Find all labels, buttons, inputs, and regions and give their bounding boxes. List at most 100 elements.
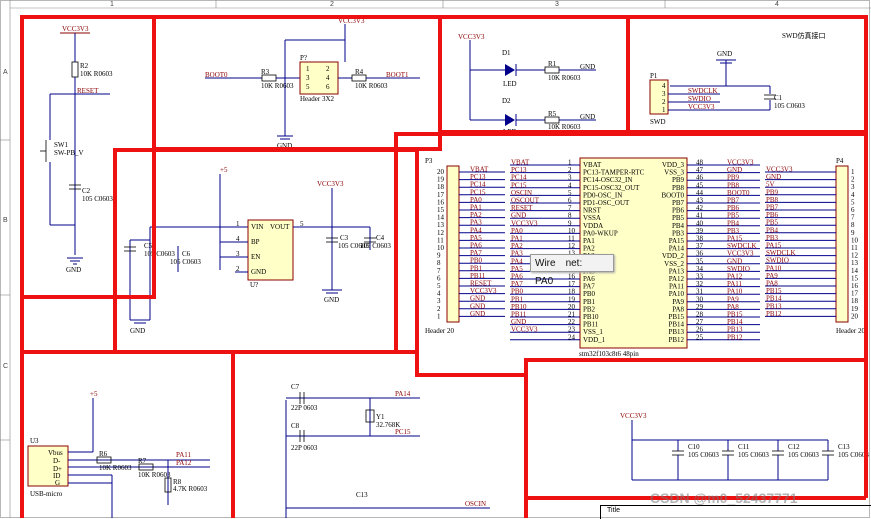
usb-circuit[interactable]: U3 Vbus D- D+ ID G USB-micro +5 R6 10K R…: [27, 390, 210, 518]
swd-c1-value: 105 C0603: [774, 102, 805, 110]
usb-r8-value: 4.7K R0603: [173, 485, 208, 493]
wire-net-tooltip: Wire net: PA0: [530, 254, 614, 287]
ldo-vin-label: +5: [220, 166, 228, 174]
box-boot: [152, 15, 442, 151]
decoup-cap-value: 105 C0603: [688, 451, 719, 459]
boot-pin-1: 1: [306, 65, 310, 73]
ldo-circuit[interactable]: +5 VIN BP EN GND VOUT 1 4 3 2 5 U? VCC3V…: [124, 166, 391, 335]
decoup-cap-value: 105 C0603: [738, 451, 769, 459]
reset-circuit[interactable]: VCC3V3 R2 10K R0603 RESET SW1 SW-PB_V C2…: [40, 25, 113, 274]
decoup-cap-designator: C11: [738, 443, 750, 451]
usb-label: USB-micro: [30, 490, 63, 498]
mcu-right-net-label: PB12: [727, 333, 743, 341]
decoup-cap-designator: C10: [688, 443, 700, 451]
swd-p1-designator: P1: [650, 72, 658, 80]
usb-pa11-net: PA11: [176, 451, 192, 459]
led-d1-designator: D1: [502, 49, 511, 57]
osc-pa14-net: PA14: [395, 390, 411, 398]
led-d1-symbol[interactable]: [505, 64, 515, 76]
usb-r7-designator: R7: [138, 457, 147, 465]
header-p4[interactable]: P4 Header 20 VCC3V3 1GND 25V 3PB9 4PB8 5PB7 6P…: [765, 157, 865, 335]
ldo-pin-vout: VOUT: [270, 223, 290, 231]
ldo-c5-value: 105 C0603: [144, 250, 175, 258]
usb-pin-g: G: [55, 479, 60, 487]
mcu-right-pin-name: PB12: [668, 336, 684, 344]
led-d2-designator: D2: [502, 97, 511, 105]
p4-designator: P4: [836, 157, 844, 165]
ldo-c6-designator: C6: [182, 250, 191, 258]
ldo-c4-value: 105 C0603: [360, 242, 391, 250]
reset-r2-designator: R2: [80, 62, 89, 70]
ldo-c3-designator: C3: [340, 234, 349, 242]
reset-gnd-label: GND: [66, 266, 81, 274]
swd-pin-2: 2: [662, 98, 666, 106]
reset-sw-designator: SW1: [54, 141, 69, 149]
led-gnd1-label: GND: [580, 63, 595, 71]
osc-oscin-net: OSCIN: [465, 500, 486, 508]
title-block-label: Title: [607, 507, 620, 514]
decoupling-circuit[interactable]: VCC3V3 C10105 C0603C11105 C0603C12105 C0…: [620, 412, 869, 481]
ldo-vcc-label: VCC3V3: [317, 180, 344, 188]
boot-pin-3: 3: [306, 74, 310, 82]
boot-pin-6: 6: [326, 83, 330, 91]
decoup-cap-value: 105 C0603: [788, 451, 819, 459]
swd-section-title: SWD仿真接口: [782, 31, 826, 40]
boot-header-value: Header 3X2: [300, 95, 335, 103]
swd-circuit[interactable]: SWD仿真接口 GND P1 4 3 2 1 SWD SWDCLK SWDIO …: [649, 31, 826, 126]
box-swd: [626, 15, 868, 134]
led-vcc-label: VCC3V3: [458, 33, 485, 41]
usb-designator: U3: [30, 437, 39, 445]
boot-r4-value: 10K R0603: [355, 82, 388, 90]
decoup-vcc-label: VCC3V3: [620, 412, 647, 420]
osc-pc15-net: PC15: [395, 428, 411, 436]
swd-pin-1: 1: [662, 106, 666, 114]
boot-pin-5: 5: [306, 83, 310, 91]
decoup-cap-designator: C12: [788, 443, 800, 451]
schematic-canvas[interactable]: 1 2 3 4 A B C VCC3V3 R2 10K R0603 RESET …: [0, 0, 871, 518]
led-circuit[interactable]: VCC3V3 D1 LED R1 10K R0603 GND D2 LED R5…: [458, 33, 596, 136]
boot-pin-2: 2: [326, 65, 330, 73]
led-gnd2-label: GND: [580, 113, 595, 121]
usb-r6-value: 10K R0603: [99, 464, 132, 472]
swd-c1-designator: C1: [774, 94, 783, 102]
reset-net-label: RESET: [77, 87, 99, 95]
ldo-num-1: 1: [236, 220, 240, 228]
grid-row-b: B: [3, 217, 8, 224]
led-r5-designator: R5: [548, 110, 557, 118]
p4-net-label: PB12: [766, 310, 782, 318]
grid-col-2: 2: [330, 1, 334, 8]
led-r1-designator: R1: [548, 60, 557, 68]
title-block: Title: [600, 505, 871, 519]
p4-pin-number: 20: [851, 312, 859, 320]
osc-c8-designator: C8: [291, 422, 300, 430]
reset-r2-value: 10K R0603: [80, 70, 113, 78]
swd-gnd-label: GND: [717, 50, 732, 58]
osc-c13-designator: C13: [356, 491, 368, 499]
ldo-designator: U?: [250, 281, 258, 289]
ldo-pin-en: EN: [251, 253, 260, 261]
boot-r3-value: 10K R0603: [261, 82, 294, 90]
header-p3[interactable]: P3 Header 20 20 VBAT19 PC1318 PC1417 PC1516 P…: [425, 157, 505, 335]
p3-designator: P3: [425, 157, 433, 165]
tooltip-kind: Wire: [535, 258, 556, 269]
ldo-gnd2-label: GND: [130, 327, 145, 335]
swd-net-vcc: VCC3V3: [688, 103, 715, 111]
ldo-c5-designator: C5: [144, 242, 153, 250]
led-d1-label: LED: [503, 80, 517, 88]
p3-pin-number: 1: [437, 312, 441, 320]
usb-pa12-net: PA12: [176, 459, 192, 467]
grid-row-a: A: [3, 69, 8, 76]
decoup-cap-designator: C13: [838, 443, 850, 451]
boot-pin-4: 4: [326, 74, 330, 82]
mcu-left-pin-name: VDD_1: [583, 336, 606, 344]
reset-c2-designator: C2: [82, 187, 91, 195]
boot-r3-designator: R3: [261, 68, 270, 76]
oscillator-circuit[interactable]: C7 22P 0603 PA14 C8 22P 0603 Y1 32.768K …: [285, 383, 490, 518]
grid-col-4: 4: [775, 1, 779, 8]
ldo-pin-vin: VIN: [251, 223, 263, 231]
grid-row-c: C: [3, 363, 8, 370]
led-d2-symbol[interactable]: [505, 114, 515, 126]
usb-vin-label: +5: [90, 390, 98, 398]
boot-circuit[interactable]: VCC3V3 BOOT0 BOOT1 R3 10K R0603 P? Heade…: [205, 17, 420, 150]
grid-col-3: 3: [555, 1, 559, 8]
